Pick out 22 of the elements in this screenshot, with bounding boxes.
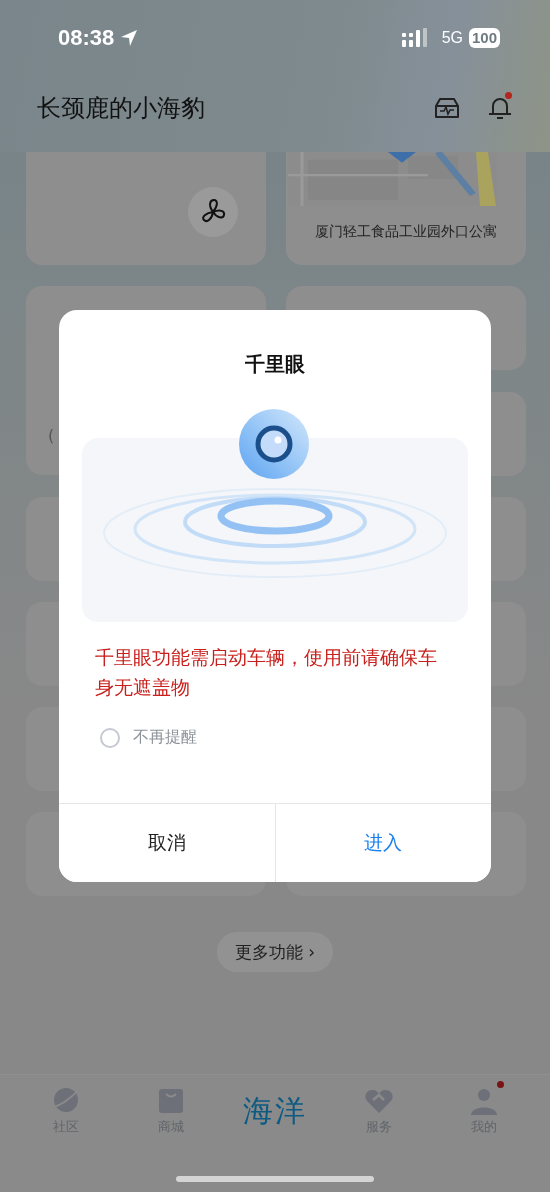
signal-icon bbox=[401, 28, 430, 48]
network-type: 5G bbox=[441, 29, 463, 47]
battery-level: 100 bbox=[468, 28, 500, 48]
car-diagnostics-icon[interactable] bbox=[432, 96, 462, 120]
dialog-title: 千里眼 bbox=[244, 351, 306, 378]
fan-button[interactable] bbox=[188, 187, 238, 237]
location-address: 厦门轻工食品工业园外口公寓 bbox=[314, 223, 498, 241]
warning-message: 千里眼功能需启动车辆，使用前请确保车身无遮盖物 bbox=[95, 645, 438, 700]
page-title: 长颈鹿的小海豹 bbox=[37, 93, 205, 124]
more-features-button[interactable]: 更多功能 › bbox=[216, 932, 334, 972]
tab-item[interactable]: 海洋 bbox=[234, 1085, 315, 1132]
clock-time: 08:38 bbox=[58, 25, 115, 51]
checkbox[interactable] bbox=[100, 727, 120, 748]
brand-logo: 海洋 bbox=[242, 1092, 307, 1130]
shopping-bag-icon bbox=[156, 1087, 185, 1115]
person-icon bbox=[469, 1087, 498, 1115]
location-card[interactable]: 厦门轻工食品工业园外口公寓 bbox=[286, 152, 526, 265]
cancel-button[interactable]: 取消 bbox=[59, 804, 276, 882]
location-arrow-icon bbox=[120, 29, 139, 47]
card-value: ( bbox=[48, 426, 55, 445]
checkbox-label: 不再提醒 bbox=[133, 727, 197, 748]
heart-handshake-icon bbox=[364, 1087, 395, 1115]
